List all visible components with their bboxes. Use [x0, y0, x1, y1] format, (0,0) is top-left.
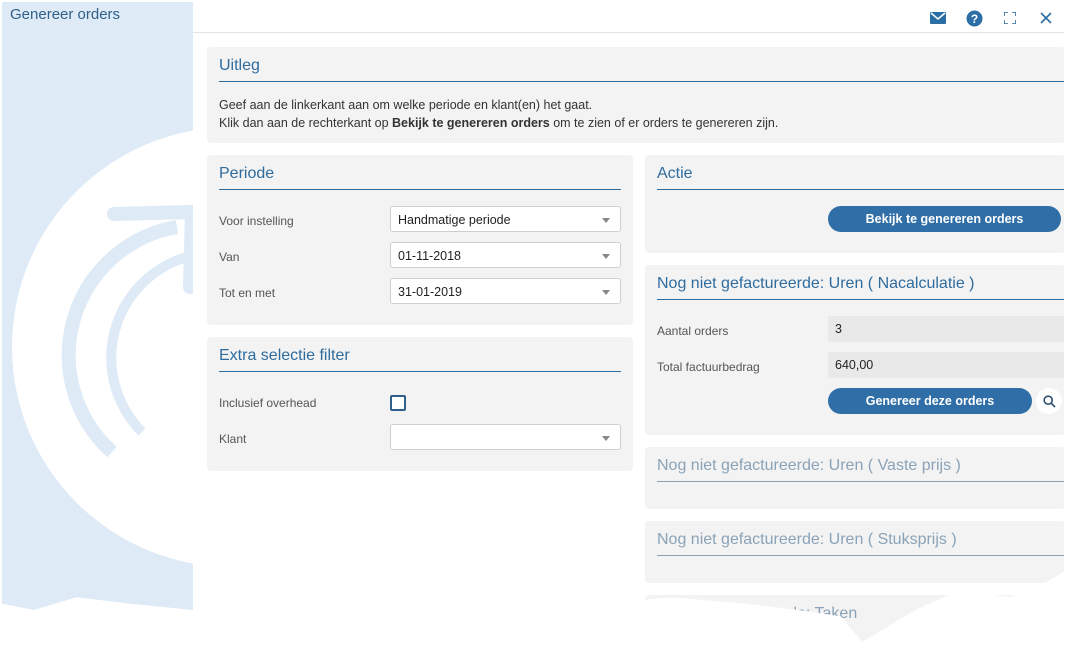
uitleg-line-2-prefix: Klik dan aan de rechterkant op — [219, 116, 393, 130]
van-label: Van — [219, 250, 240, 264]
taken-panel: eerde: Taken — [645, 595, 1064, 642]
totaal-factuurbedrag-value: 640,00 — [828, 352, 1064, 378]
help-icon[interactable]: ? — [956, 7, 992, 29]
extra-filter-panel: Extra selectie filter Inclusief overhead… — [207, 337, 633, 471]
periode-panel: Periode Voor instelling Handmatige perio… — [207, 155, 633, 325]
extra-filter-heading: Extra selectie filter — [219, 347, 350, 364]
nacalculatie-heading: Nog niet gefactureerde: Uren ( Nacalcula… — [657, 275, 975, 292]
uitleg-line-2-suffix: om te zien of er orders te genereren zij… — [549, 116, 779, 130]
uitleg-line-1: Geef aan de linkerkant aan om welke peri… — [219, 98, 593, 112]
klant-select[interactable] — [390, 424, 621, 450]
uitleg-panel: Uitleg Geef aan de linkerkant aan om wel… — [207, 47, 1064, 143]
aantal-orders-value: 3 — [828, 316, 1064, 342]
svg-text:?: ? — [970, 12, 977, 26]
aantal-orders-label: Aantal orders — [657, 324, 729, 338]
search-icon[interactable] — [1036, 388, 1062, 414]
fullscreen-icon[interactable] — [992, 7, 1028, 29]
inclusief-overhead-checkbox[interactable] — [390, 395, 406, 411]
uitleg-heading: Uitleg — [219, 57, 260, 74]
top-toolbar: ? — [193, 2, 1064, 33]
refresh-arrow-graphic — [12, 127, 193, 567]
chevron-down-icon — [602, 436, 610, 441]
voor-instelling-label: Voor instelling — [219, 214, 294, 228]
sidebar: Genereer orders — [2, 2, 193, 642]
voor-instelling-select[interactable]: Handmatige periode — [390, 206, 621, 232]
uitleg-line-2: Klik dan aan de rechterkant op Bekijk te… — [219, 114, 778, 132]
stuksprijs-panel: Nog niet gefactureerde: Uren ( Stuksprij… — [645, 521, 1064, 583]
window-title: Genereer orders — [10, 6, 121, 23]
chevron-down-icon — [602, 290, 610, 295]
uitleg-text: Geef aan de linkerkant aan om welke peri… — [219, 96, 778, 132]
tot-en-met-label: Tot en met — [219, 286, 276, 300]
periode-heading: Periode — [219, 165, 275, 182]
actie-heading: Actie — [657, 165, 693, 182]
app-window: Genereer orders ? Uitleg Geef aan de lin… — [2, 2, 1064, 642]
taken-heading: eerde: Taken — [765, 605, 858, 622]
actie-panel: Actie Bekijk te genereren orders — [645, 155, 1064, 253]
bekijk-orders-button[interactable]: Bekijk te genereren orders — [828, 206, 1061, 232]
klant-label: Klant — [219, 432, 247, 446]
main-content: Uitleg Geef aan de linkerkant aan om wel… — [193, 33, 1064, 642]
vaste-prijs-panel: Nog niet gefactureerde: Uren ( Vaste pri… — [645, 447, 1064, 509]
totaal-factuurbedrag-label: Total factuurbedrag — [657, 360, 760, 374]
tot-en-met-date-select[interactable]: 31-01-2019 — [390, 278, 621, 304]
nacalculatie-panel: Nog niet gefactureerde: Uren ( Nacalcula… — [645, 265, 1064, 435]
vaste-prijs-heading: Nog niet gefactureerde: Uren ( Vaste pri… — [657, 457, 961, 474]
van-date-select[interactable]: 01-11-2018 — [390, 242, 621, 268]
chevron-down-icon — [602, 254, 610, 259]
van-value: 01-11-2018 — [398, 249, 462, 263]
tot-en-met-value: 31-01-2019 — [398, 285, 462, 299]
inclusief-overhead-label: Inclusief overhead — [219, 396, 317, 410]
voor-instelling-value: Handmatige periode — [398, 213, 511, 227]
genereer-orders-button[interactable]: Genereer deze orders — [828, 388, 1032, 414]
close-icon[interactable] — [1028, 7, 1064, 29]
uitleg-line-2-bold: Bekijk te genereren orders — [392, 116, 550, 130]
chevron-down-icon — [602, 218, 610, 223]
mail-icon[interactable] — [920, 7, 956, 29]
stuksprijs-heading: Nog niet gefactureerde: Uren ( Stuksprij… — [657, 531, 957, 548]
